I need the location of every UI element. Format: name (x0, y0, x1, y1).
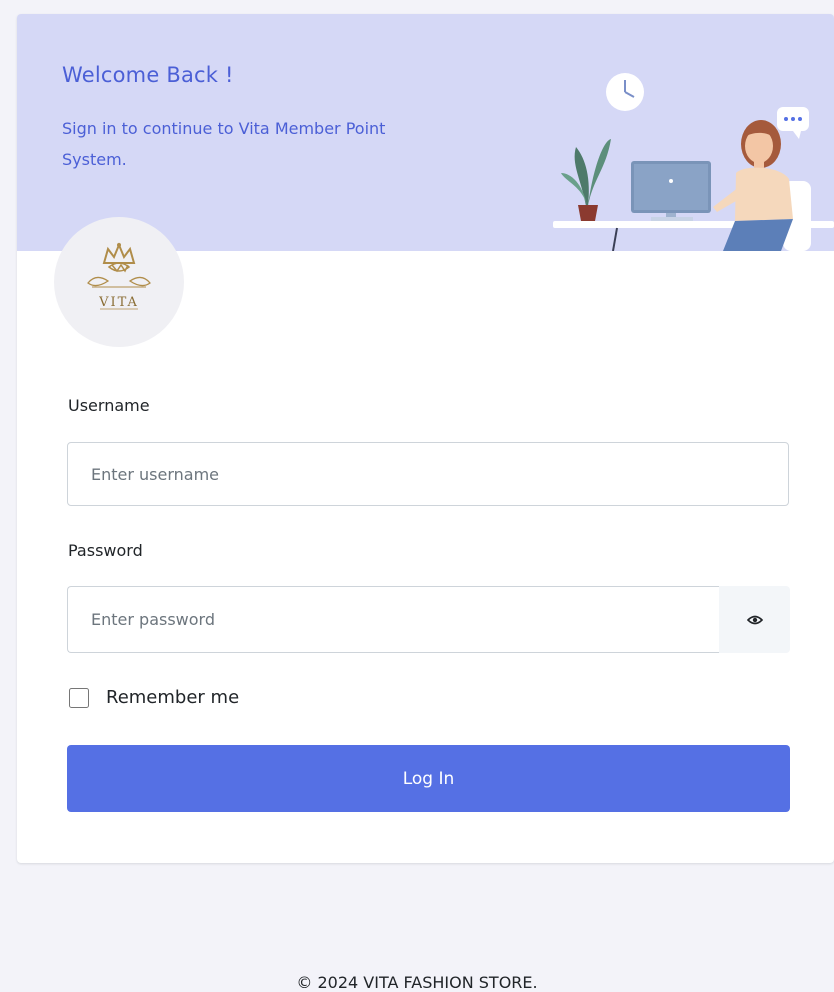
crown-logo-icon (87, 242, 151, 310)
username-input[interactable] (67, 442, 789, 506)
remember-me-checkbox[interactable] (69, 687, 89, 708)
eye-icon (746, 615, 763, 624)
remember-me-row: Remember me (69, 687, 239, 708)
logo-wordmark: VITA (99, 295, 139, 310)
password-label: Password (68, 541, 143, 560)
woman-illustration (713, 120, 793, 251)
footer-copyright: © 2024 VITA FASHION STORE. (296, 973, 538, 992)
password-input[interactable] (67, 586, 719, 653)
plant-icon (561, 139, 611, 221)
monitor-icon (631, 161, 711, 221)
office-illustration (553, 73, 834, 251)
password-group (67, 586, 790, 653)
remember-me-label: Remember me (106, 687, 240, 708)
login-card: Welcome Back ! Sign in to continue to Vi… (17, 14, 834, 863)
welcome-subtitle: Sign in to continue to Vita Member Point… (62, 119, 386, 169)
toggle-password-button[interactable] (719, 586, 790, 653)
welcome-title: Welcome Back ! (62, 63, 234, 87)
welcome-banner: Welcome Back ! Sign in to continue to Vi… (17, 14, 834, 251)
brand-logo: VITA (54, 217, 184, 347)
clock-icon (606, 73, 644, 111)
chat-bubble-icon (777, 107, 809, 139)
username-label: Username (68, 396, 150, 415)
login-button[interactable]: Log In (67, 745, 790, 812)
